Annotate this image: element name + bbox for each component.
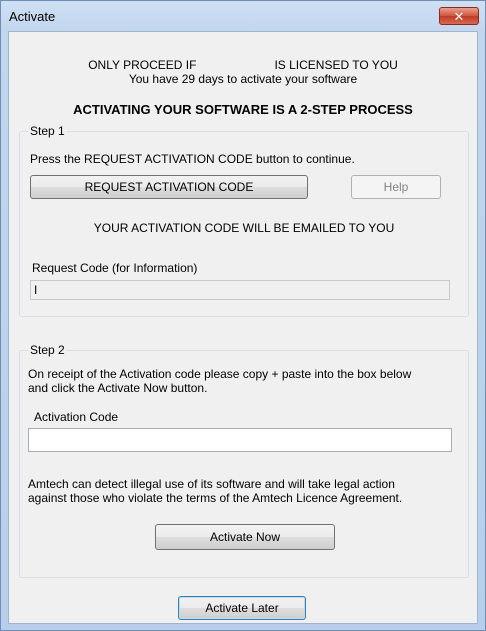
legal-notice-line1: Amtech can detect illegal use of its sof… — [28, 477, 395, 491]
help-button[interactable]: Help — [351, 175, 441, 199]
email-notice: YOUR ACTIVATION CODE WILL BE EMAILED TO … — [93, 221, 395, 235]
dialog-body: ONLY PROCEED IF IS LICENSED TO YOU You ha… — [8, 31, 478, 624]
step2-instruction-line2: and click the Activate Now button. — [28, 381, 208, 395]
activation-code-label: Activation Code — [34, 410, 119, 424]
license-warning-prefix: ONLY PROCEED IF — [88, 58, 197, 72]
process-heading: ACTIVATING YOUR SOFTWARE IS A 2-STEP PRO… — [73, 102, 413, 117]
request-activation-code-button[interactable]: REQUEST ACTIVATION CODE — [30, 175, 308, 199]
step2-group: Step 2 On receipt of the Activation code… — [19, 343, 469, 578]
step2-instruction-line1: On receipt of the Activation code please… — [28, 367, 412, 381]
activate-later-button[interactable]: Activate Later — [178, 596, 306, 620]
activation-code-field[interactable] — [28, 428, 452, 452]
step1-label: Step 1 — [28, 124, 67, 138]
request-code-field[interactable]: I — [30, 280, 450, 300]
window-title: Activate — [9, 9, 56, 24]
step1-group: Step 1 Press the REQUEST ACTIVATION CODE… — [19, 124, 469, 317]
legal-notice-line2: against those who violate the terms of t… — [28, 491, 403, 505]
activate-dialog: Activate ✕ ONLY PROCEED IF IS LICENSED TO… — [0, 0, 486, 631]
step2-label: Step 2 — [28, 343, 67, 357]
step1-instruction: Press the REQUEST ACTIVATION CODE button… — [30, 152, 355, 166]
days-remaining-notice: You have 29 days to activate your softwa… — [128, 72, 358, 86]
request-code-label: Request Code (for Information) — [32, 261, 198, 275]
activate-now-button[interactable]: Activate Now — [155, 524, 335, 550]
license-warning-suffix: IS LICENSED TO YOU — [274, 58, 398, 72]
title-bar[interactable]: Activate ✕ — [1, 1, 485, 31]
close-icon: ✕ — [453, 9, 465, 24]
license-warning: ONLY PROCEED IF IS LICENSED TO YOU — [9, 58, 477, 72]
close-button[interactable]: ✕ — [439, 7, 479, 25]
